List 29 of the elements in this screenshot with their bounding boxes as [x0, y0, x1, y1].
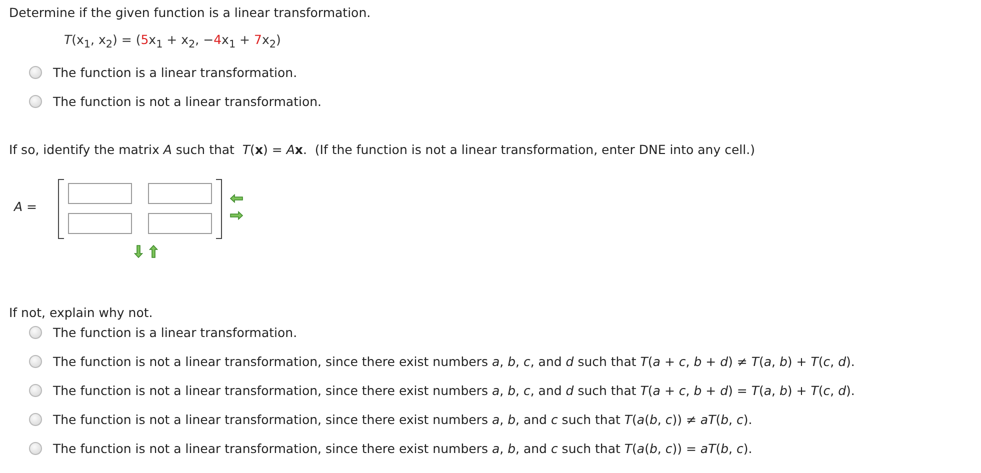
question-text: Determine if the given function is a linear transformation. — [9, 5, 371, 20]
radio-button[interactable] — [29, 384, 42, 396]
matrix-bracket — [216, 178, 222, 238]
matrix-bracket — [58, 178, 64, 238]
radio-button[interactable] — [29, 442, 42, 454]
matrix-prompt: If so, identify the matrix A such that T(x) = Ax. (If the function is not a linear transformation, enter DNE into any cell.) — [9, 142, 755, 156]
choice-label: The function is not a linear transformation, since there exist numbers a, b, c, and d such that T(a + c, b + d) = T(a, b) + T(c, d). — [53, 382, 855, 398]
choice-label: The function is not a linear transformation. — [53, 94, 322, 108]
choice-label: The function is a linear transformation. — [53, 64, 298, 80]
radio-button[interactable] — [29, 326, 42, 338]
radio-button[interactable] — [29, 66, 42, 78]
matrix-cell-field[interactable] — [148, 213, 212, 234]
radio-button[interactable] — [29, 354, 42, 368]
choice-label: The function is not a linear transformation, since there exist numbers a, b, c, and d such that T(a + c, b + d) ≠ T(a, b) + T(c, d). — [53, 354, 855, 368]
down-arrow-icon[interactable] — [134, 244, 143, 258]
left-arrow-icon[interactable] — [230, 194, 243, 202]
equation: T(x$_{1}$, x$_{2}$) = (5x$_{1}$ + x$_{2}$, −4x$_{1}$ + 7x$_{2}$) — [64, 32, 281, 52]
radio-button[interactable] — [29, 412, 42, 426]
choice-label: The function is a linear transformation. — [53, 324, 298, 340]
choice-label: The function is not a linear transformation, since there exist numbers a, b, and c such that T(a(b, c)) = aT(b, c). — [53, 440, 752, 456]
choice-label: The function is not a linear transformation, since there exist numbers a, b, and c such that T(a(b, c)) ≠ aT(b, c). — [53, 412, 752, 426]
matrix-cell-field[interactable] — [148, 183, 212, 204]
right-arrow-icon[interactable] — [230, 210, 243, 220]
radio-button[interactable] — [29, 94, 42, 108]
matrix-label: A = — [14, 199, 38, 214]
up-arrow-icon[interactable] — [149, 244, 158, 258]
explain-prompt: If not, explain why not. — [9, 304, 153, 320]
matrix-cell-field[interactable] — [68, 183, 132, 204]
matrix-cell-field[interactable] — [68, 213, 132, 234]
